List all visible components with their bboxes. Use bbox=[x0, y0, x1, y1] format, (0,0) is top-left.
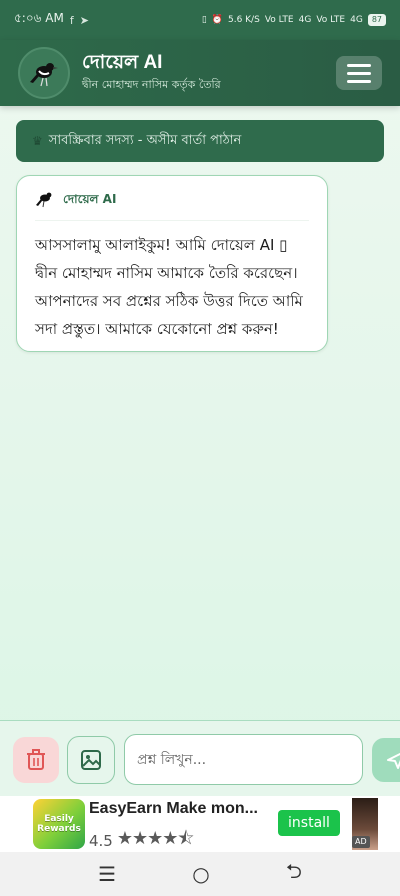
ad-banner[interactable]: Easily Rewards EasyEarn Make mon... 4.5 … bbox=[0, 796, 400, 852]
back-icon[interactable]: ⮌ bbox=[286, 857, 302, 891]
magpie-robin-bird-icon bbox=[18, 47, 70, 99]
trash-icon bbox=[27, 749, 45, 770]
vibrate-icon: ▯ bbox=[201, 15, 207, 25]
delete-chat-button[interactable] bbox=[13, 737, 59, 783]
sim1-signal: 4G bbox=[298, 15, 312, 25]
facebook-icon: f bbox=[69, 13, 74, 27]
status-bar: ৫:০৬ AM f ➤ ▯ ⏰ 5.6 K/S Vo LTE 4G Vo LTE… bbox=[0, 0, 400, 40]
sim1-volte: Vo LTE bbox=[264, 15, 294, 25]
ad-title[interactable]: EasyEarn Make mon... bbox=[89, 800, 258, 818]
send-button[interactable] bbox=[372, 738, 400, 782]
bot-sender-name: দোয়েল AI bbox=[63, 192, 117, 206]
alarm-icon: ⏰ bbox=[211, 15, 223, 25]
message-input[interactable] bbox=[124, 734, 363, 785]
bot-message-text: আসসালামু আলাইকুম! আমি দোয়েল AI ▯ দ্বীন … bbox=[35, 236, 303, 338]
send-icon bbox=[387, 752, 400, 769]
app-subtitle: দ্বীন মোহাম্মদ নাসিম কর্তৃক তৈরি bbox=[82, 77, 221, 91]
hamburger-menu-icon[interactable] bbox=[336, 56, 382, 90]
ad-rating-value: 4.5 bbox=[89, 832, 113, 850]
ad-install-button[interactable]: install bbox=[278, 810, 340, 836]
net-speed: 5.6 K/S bbox=[227, 15, 260, 25]
ad-app-icon[interactable]: Easily Rewards bbox=[33, 799, 85, 849]
battery-icon: 87 bbox=[367, 14, 386, 26]
status-time: ৫:০৬ AM bbox=[14, 11, 64, 25]
bot-message-bubble: দোয়েল AI আসসালামু আলাইকুম! আমি দোয়েল A… bbox=[16, 175, 328, 352]
image-icon bbox=[81, 750, 101, 770]
ad-badge: AD bbox=[352, 836, 370, 848]
attach-image-button[interactable] bbox=[67, 736, 115, 784]
app-header: দোয়েল AI দ্বীন মোহাম্মদ নাসিম কর্তৃক তৈ… bbox=[0, 40, 400, 106]
subscriber-banner-text: সাবস্ক্রিবার সদস্য - অসীম বার্তা পাঠান bbox=[48, 132, 242, 148]
home-icon[interactable]: ○ bbox=[192, 862, 209, 886]
bot-avatar-bird-icon bbox=[35, 190, 55, 212]
app-title: দোয়েল AI bbox=[82, 51, 163, 73]
recent-apps-icon[interactable]: ☰ bbox=[98, 862, 116, 886]
telegram-icon: ➤ bbox=[79, 13, 89, 27]
sim2-signal: 4G bbox=[350, 15, 363, 25]
system-nav-bar: ☰ ○ ⮌ bbox=[0, 852, 400, 896]
input-bar bbox=[0, 720, 400, 796]
sim2-volte: Vo LTE bbox=[316, 15, 346, 25]
crown-icon: ♛ bbox=[32, 134, 43, 148]
subscriber-banner[interactable]: ♛ সাবস্ক্রিবার সদস্য - অসীম বার্তা পাঠান bbox=[16, 120, 384, 162]
